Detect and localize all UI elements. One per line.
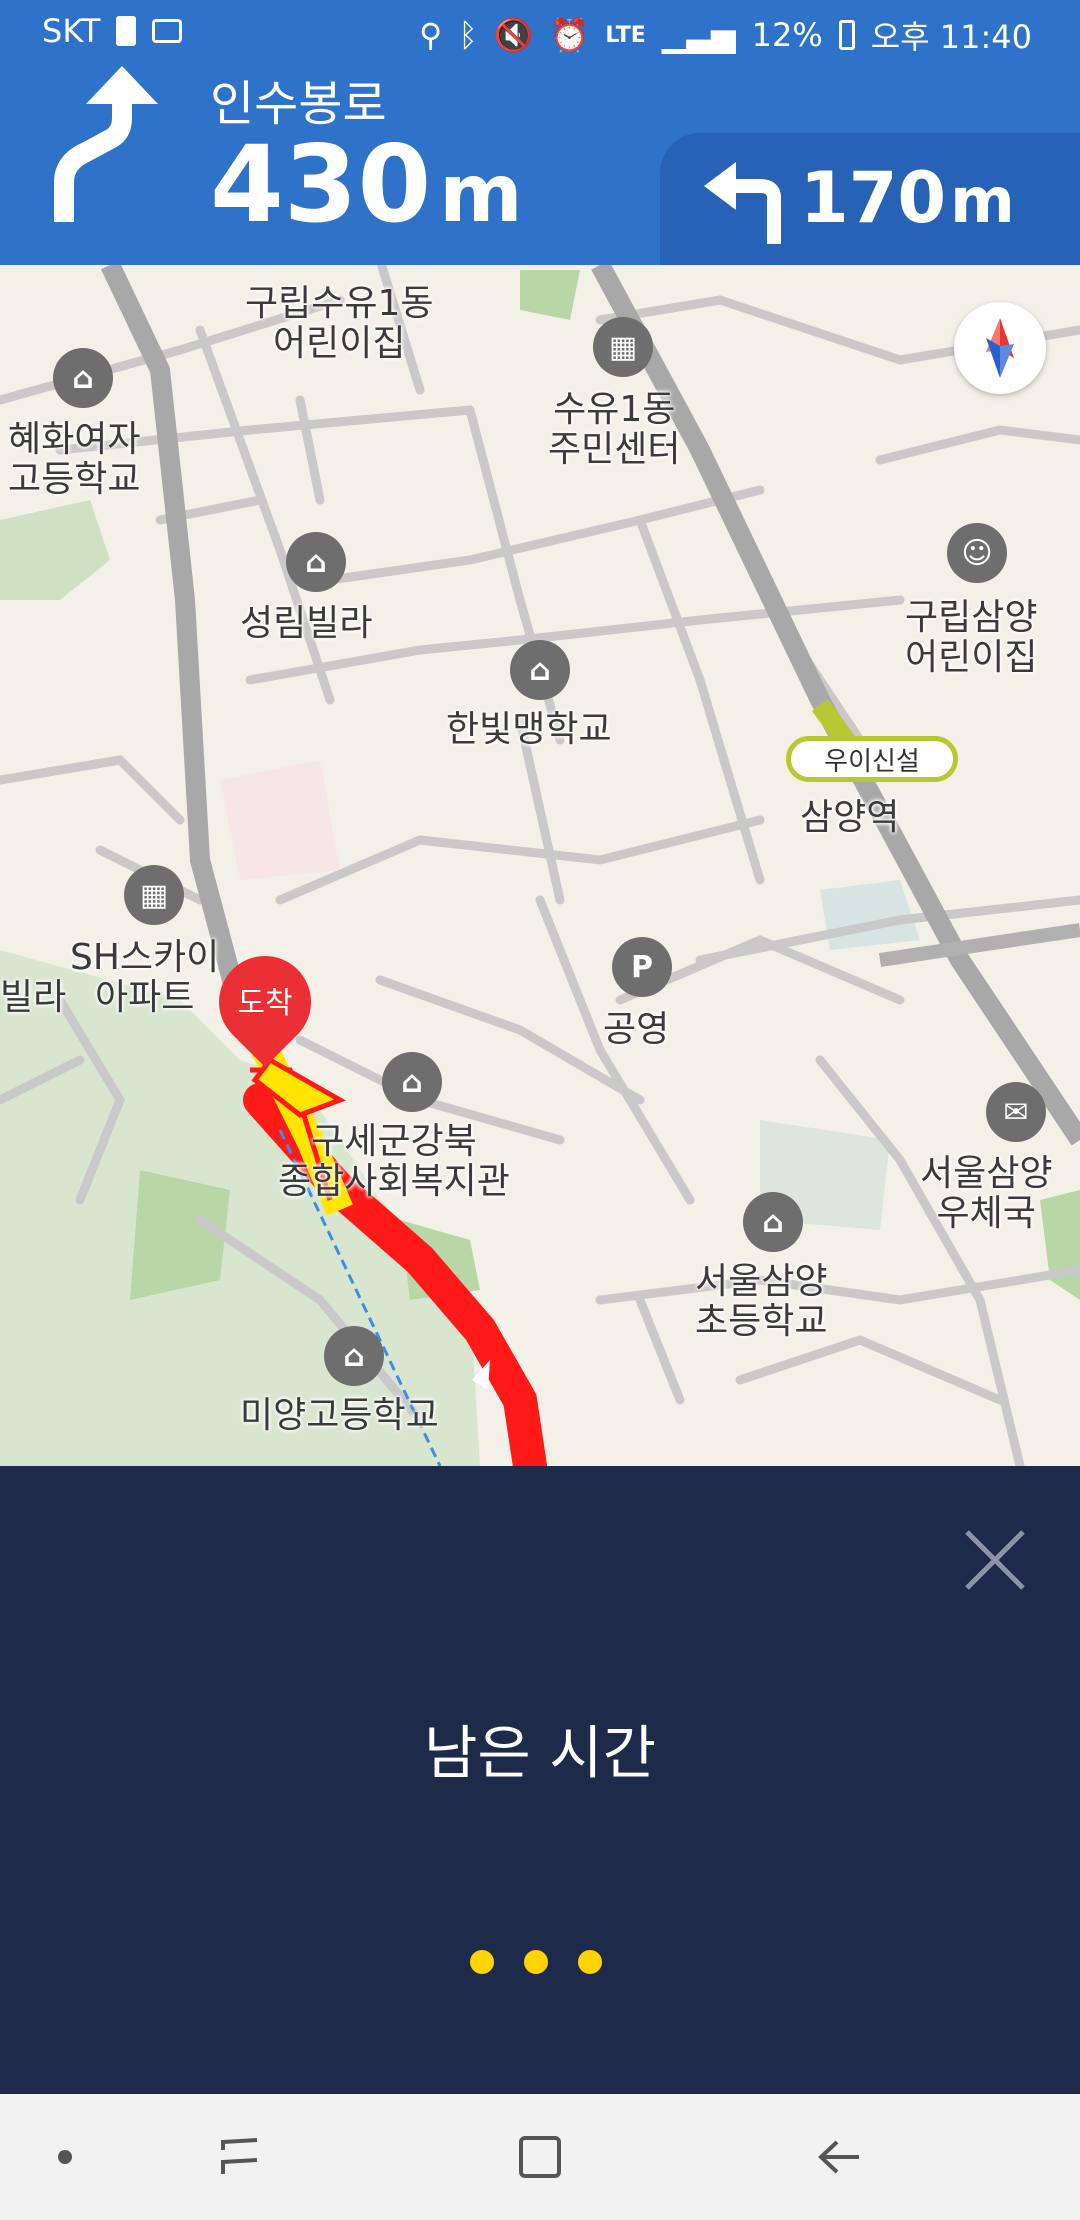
map-label-parking: 공영 xyxy=(603,1009,670,1050)
remaining-time-label: 남은 시간 xyxy=(424,1719,656,1787)
alert-icon xyxy=(116,16,137,46)
location-icon: ⚲ xyxy=(419,16,443,54)
recent-apps-icon xyxy=(221,2138,258,2174)
navigation-header: SKT ⚲ ᛒ 🔇 ⏰ LTE ▁▃▅ 12% 오후 11:40 인수봉로 43… xyxy=(0,0,1080,265)
next-distance-value: 170 xyxy=(800,157,947,239)
school-icon: ⌂ xyxy=(324,1326,384,1386)
map-label-blind-school: 한빛맹학교 xyxy=(446,709,612,750)
turn-left-icon xyxy=(704,162,781,244)
loading-dot xyxy=(470,1950,494,1974)
welfare-icon: ⌂ xyxy=(382,1052,442,1112)
voicemail-icon xyxy=(152,19,183,43)
system-navigation-bar xyxy=(0,2094,1080,2220)
post-icon: ✉ xyxy=(986,1082,1046,1142)
carrier-label: SKT xyxy=(42,12,101,50)
map-label-villa-partial: 빌라 xyxy=(0,977,67,1018)
next-turn-distance: 170m xyxy=(800,160,1015,239)
bluetooth-icon: ᛒ xyxy=(458,16,478,54)
house-icon: ⌂ xyxy=(286,532,346,592)
network-type-label: LTE xyxy=(605,22,646,48)
map-label-apartment: SH스카이 아파트 xyxy=(70,937,220,1018)
map-label-daycare-suyu1: 구립수유1동 어린이집 xyxy=(245,283,434,364)
next-distance-unit: m xyxy=(950,164,1015,237)
status-bar: SKT ⚲ ᛒ 🔇 ⏰ LTE ▁▃▅ 12% 오후 11:40 xyxy=(0,0,1080,62)
signal-icon: ▁▃▅ xyxy=(661,16,736,54)
mute-icon: 🔇 xyxy=(493,16,534,54)
compass-icon xyxy=(986,318,1014,378)
back-arrow-icon xyxy=(818,2140,859,2174)
alarm-icon: ⏰ xyxy=(549,16,590,54)
close-button[interactable] xyxy=(955,1520,1035,1600)
school-icon: ⌂ xyxy=(743,1192,803,1252)
compass-button[interactable] xyxy=(954,302,1046,394)
map-label-elementary: 서울삼양 초등학교 xyxy=(695,1261,828,1342)
map-label-girls-high-school: 혜화여자 고등학교 xyxy=(8,419,141,500)
building-icon: ▦ xyxy=(593,317,653,377)
recent-apps-button[interactable] xyxy=(190,2094,290,2220)
home-icon xyxy=(519,2136,561,2178)
school-icon: ⌂ xyxy=(510,640,570,700)
map-label-community-center: 수유1동 주민센터 xyxy=(548,389,681,470)
map-label-high-school: 미양고등학교 xyxy=(240,1395,439,1436)
map-label-welfare-center: 구세군강북 종합사회복지관 xyxy=(278,1121,510,1202)
map-label-villa: 성림빌라 xyxy=(240,603,373,644)
home-button[interactable] xyxy=(490,2094,590,2220)
distance-value: 430 xyxy=(210,123,432,246)
dot-icon xyxy=(58,2150,72,2164)
loading-dot xyxy=(578,1950,602,1974)
map-label-daycare-samyang: 구립삼양 어린이집 xyxy=(905,597,1038,678)
loading-indicator xyxy=(470,1950,602,1974)
nav-dot-button[interactable] xyxy=(40,2094,90,2220)
back-button[interactable] xyxy=(790,2094,890,2220)
house-icon: ⌂ xyxy=(53,348,113,408)
battery-percent: 12% xyxy=(751,16,823,54)
map-label-station: 삼양역 xyxy=(800,797,900,838)
daycare-icon: ☺ xyxy=(947,523,1007,583)
station-line-badge: 우이신설 xyxy=(786,736,958,782)
loading-dot xyxy=(524,1950,548,1974)
destination-label: 도착 xyxy=(237,986,293,1021)
clock: 오후 11:40 xyxy=(870,18,1032,56)
distance-to-turn: 430 m xyxy=(210,130,523,249)
distance-unit: m xyxy=(439,147,523,240)
turn-right-then-straight-icon xyxy=(54,66,158,222)
map-label-post-office: 서울삼양 우체국 xyxy=(920,1153,1053,1234)
parking-icon: P xyxy=(612,937,672,997)
battery-icon xyxy=(838,20,855,50)
building-icon: ▦ xyxy=(124,865,184,925)
